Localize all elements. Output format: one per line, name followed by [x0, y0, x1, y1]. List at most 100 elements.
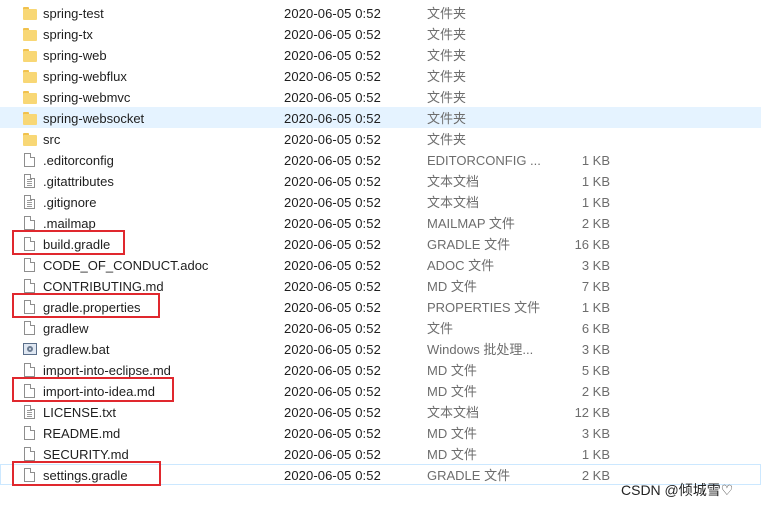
date-modified: 2020-06-05 0:52: [284, 237, 381, 252]
file-type: MAILMAP 文件: [427, 216, 515, 231]
file-size: 12 KB: [574, 405, 610, 420]
file-name: spring-test: [43, 6, 104, 21]
file-type: GRADLE 文件: [427, 468, 511, 483]
file-row[interactable]: spring-test 2020-06-05 0:52 文件夹: [0, 2, 761, 23]
file-type: MD 文件: [427, 363, 477, 378]
date-modified: 2020-06-05 0:52: [284, 426, 381, 441]
file-size: 5 KB: [581, 363, 610, 378]
file-row[interactable]: spring-tx 2020-06-05 0:52 文件夹: [0, 23, 761, 44]
file-row[interactable]: spring-webmvc 2020-06-05 0:52 文件夹: [0, 86, 761, 107]
file-row[interactable]: CODE_OF_CONDUCT.adoc 2020-06-05 0:52 ADOC …: [0, 254, 761, 275]
date-modified: 2020-06-05 0:52: [284, 48, 381, 63]
file-row[interactable]: gradlew 2020-06-05 0:52 文件 6 KB: [0, 317, 761, 338]
file-type: MD 文件: [427, 384, 477, 399]
date-modified: 2020-06-05 0:52: [284, 153, 381, 168]
file-name: .editorconfig: [43, 153, 114, 168]
file-size: 3 KB: [581, 342, 610, 357]
file-row[interactable]: LICENSE.txt 2020-06-05 0:52 文本文档 12 KB: [0, 401, 761, 422]
date-modified: 2020-06-05 0:52: [284, 195, 381, 210]
file-type: EDITORCONFIG ...: [427, 153, 541, 168]
file-type: MD 文件: [427, 426, 477, 441]
file-row[interactable]: .editorconfig 2020-06-05 0:52 EDITORCONFIG…: [0, 149, 761, 170]
file-type: MD 文件: [427, 279, 477, 294]
file-row[interactable]: spring-web 2020-06-05 0:52 文件夹: [0, 44, 761, 65]
watermark: CSDN @倾城雪♡: [621, 482, 734, 498]
file-name: gradlew: [43, 321, 89, 336]
file-name: gradlew.bat: [43, 342, 110, 357]
file-name: src: [43, 132, 61, 147]
date-modified: 2020-06-05 0:52: [284, 174, 381, 189]
file-name: .gitignore: [43, 195, 97, 210]
file-type: 文件夹: [427, 132, 467, 147]
date-modified: 2020-06-05 0:52: [284, 90, 381, 105]
file-name: LICENSE.txt: [43, 405, 116, 420]
file-icon: [23, 258, 37, 273]
file-row[interactable]: spring-websocket 2020-06-05 0:52 文件夹: [0, 107, 761, 128]
date-modified: 2020-06-05 0:52: [284, 447, 381, 462]
highlight-box: [12, 230, 125, 255]
file-type: 文件夹: [427, 90, 467, 105]
file-type: MD 文件: [427, 447, 477, 462]
file-icon: [23, 153, 37, 168]
file-name: spring-websocket: [43, 111, 145, 126]
text-file-icon: [23, 195, 37, 210]
file-size: 1 KB: [581, 300, 610, 315]
file-size: 16 KB: [574, 237, 610, 252]
file-row[interactable]: spring-webflux 2020-06-05 0:52 文件夹: [0, 65, 761, 86]
file-name: CODE_OF_CONDUCT.adoc: [43, 258, 209, 273]
file-size: 2 KB: [581, 384, 610, 399]
highlight-box: [12, 377, 174, 402]
file-size: 1 KB: [581, 153, 610, 168]
file-size: 1 KB: [581, 195, 610, 210]
file-size: 7 KB: [581, 279, 610, 294]
highlight-box: [12, 461, 161, 486]
folder-icon: [23, 69, 37, 84]
date-modified: 2020-06-05 0:52: [284, 384, 381, 399]
file-row[interactable]: .gitattributes 2020-06-05 0:52 文本文档 1 KB: [0, 170, 761, 191]
file-type: 文件夹: [427, 27, 467, 42]
file-type: GRADLE 文件: [427, 237, 511, 252]
folder-icon: [23, 132, 37, 147]
file-type: 文本文档: [427, 405, 480, 420]
date-modified: 2020-06-05 0:52: [284, 363, 381, 378]
folder-icon: [23, 90, 37, 105]
file-row[interactable]: README.md 2020-06-05 0:52 MD 文件 3 KB: [0, 422, 761, 443]
date-modified: 2020-06-05 0:52: [284, 405, 381, 420]
file-type: 文本文档: [427, 195, 480, 210]
folder-icon: [23, 48, 37, 63]
file-size: 3 KB: [581, 426, 610, 441]
folder-icon: [23, 6, 37, 21]
file-row[interactable]: gradlew.bat 2020-06-05 0:52 Windows 批处理...…: [0, 338, 761, 359]
file-icon: [23, 447, 37, 462]
file-icon: [23, 321, 37, 336]
file-type: Windows 批处理...: [427, 342, 534, 357]
file-name: spring-tx: [43, 27, 93, 42]
file-type: 文件夹: [427, 48, 467, 63]
file-size: 6 KB: [581, 321, 610, 336]
folder-icon: [23, 111, 37, 126]
file-size: 1 KB: [581, 174, 610, 189]
batch-file-icon: [23, 342, 37, 357]
file-type: 文件夹: [427, 69, 467, 84]
folder-icon: [23, 27, 37, 42]
text-file-icon: [23, 174, 37, 189]
file-name: spring-webmvc: [43, 90, 131, 105]
date-modified: 2020-06-05 0:52: [284, 342, 381, 357]
text-file-icon: [23, 405, 37, 420]
file-row[interactable]: .gitignore 2020-06-05 0:52 文本文档 1 KB: [0, 191, 761, 212]
date-modified: 2020-06-05 0:52: [284, 300, 381, 315]
date-modified: 2020-06-05 0:52: [284, 216, 381, 231]
file-size: 3 KB: [581, 258, 610, 273]
date-modified: 2020-06-05 0:52: [284, 279, 381, 294]
date-modified: 2020-06-05 0:52: [284, 468, 381, 483]
file-name: spring-web: [43, 48, 107, 63]
file-icon: [23, 279, 37, 294]
file-icon: [23, 426, 37, 441]
file-row[interactable]: src 2020-06-05 0:52 文件夹: [0, 128, 761, 149]
file-icon: [23, 363, 37, 378]
date-modified: 2020-06-05 0:52: [284, 258, 381, 273]
file-type: 文本文档: [427, 174, 480, 189]
date-modified: 2020-06-05 0:52: [284, 27, 381, 42]
file-type: 文件夹: [427, 6, 467, 21]
date-modified: 2020-06-05 0:52: [284, 111, 381, 126]
